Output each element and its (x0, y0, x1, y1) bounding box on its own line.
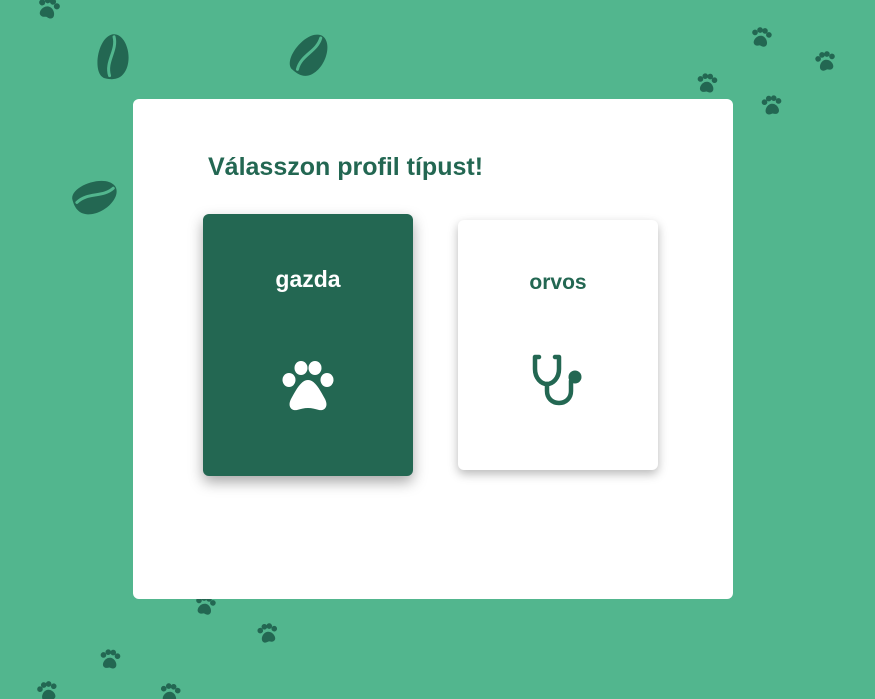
background-paw-print-decoration (750, 26, 773, 48)
background-paw-print-decoration (761, 94, 783, 116)
stethoscope-icon (532, 354, 582, 406)
profile-option-label: orvos (529, 271, 587, 294)
background-paw-print-decoration (159, 682, 182, 699)
background-paw-print-decoration (99, 648, 121, 670)
background-paw-print-decoration (35, 0, 62, 21)
background-paw-print-decoration (814, 50, 837, 72)
profile-option-orvos[interactable]: orvos (458, 220, 658, 470)
background-bean-decoration (281, 28, 336, 80)
background-paw-print-decoration (696, 72, 718, 94)
background-paw-print-decoration (256, 622, 279, 644)
profile-option-gazda[interactable]: gazda (203, 214, 413, 476)
paw-icon (282, 361, 334, 411)
background-paw-print-decoration (35, 680, 60, 699)
profile-type-card: Válasszon profil típust! gazda orvos (133, 99, 733, 599)
profile-option-label: gazda (275, 266, 341, 292)
page-title: Válasszon profil típust! (208, 153, 484, 181)
background-bean-decoration (89, 32, 136, 82)
background-bean-decoration (68, 177, 121, 219)
